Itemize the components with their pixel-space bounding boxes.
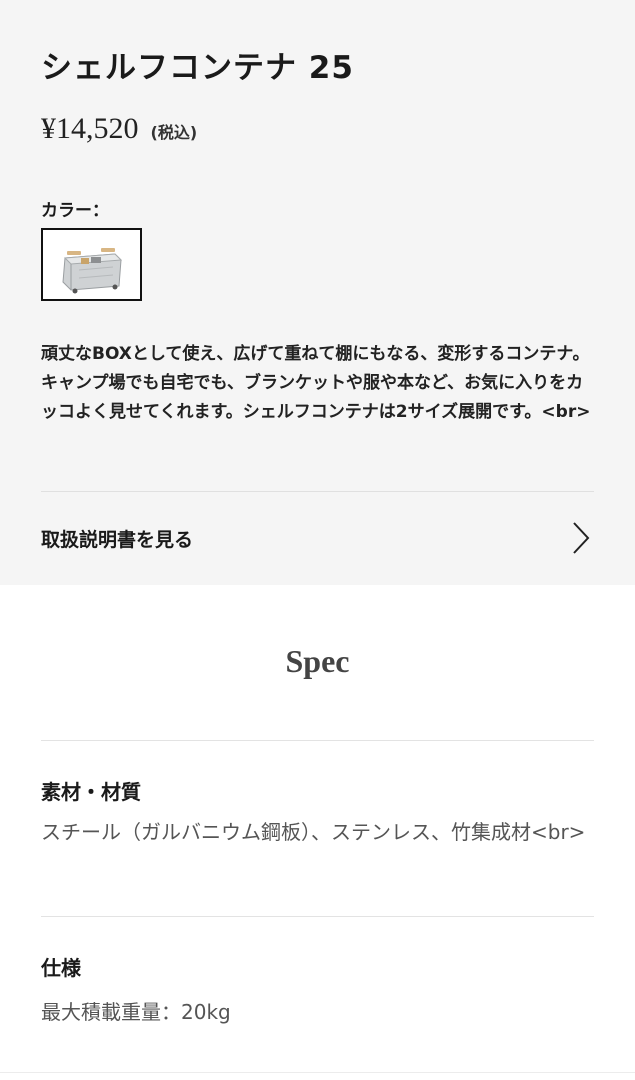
product-info-panel: シェルフコンテナ 25 ¥14,520 (税込) カラー： 頑丈なBOXとして使… — [0, 0, 635, 585]
spec-item-title: 素材・材質 — [41, 780, 141, 804]
tax-note: (税込) — [150, 123, 198, 142]
product-price: ¥14,520 — [41, 112, 139, 145]
divider — [0, 1072, 635, 1073]
product-thumbnail — [61, 248, 122, 294]
color-swatch-selected[interactable] — [41, 228, 142, 301]
product-title: シェルフコンテナ 25 — [41, 50, 354, 86]
color-label: カラー： — [41, 201, 109, 221]
chevron-right-icon — [573, 522, 590, 554]
divider — [41, 491, 594, 492]
divider — [41, 916, 594, 917]
spec-item-value: 最大積載重量：20kg — [41, 1000, 231, 1024]
spec-item-title: 仕様 — [41, 956, 81, 980]
manual-link-label: 取扱説明書を見る — [41, 528, 194, 551]
spec-heading: Spec — [285, 643, 350, 679]
divider — [41, 740, 594, 741]
spec-item-value: スチール（ガルバニウム鋼板）、ステンレス、竹集成材<br> — [41, 820, 586, 844]
manual-link[interactable]: 取扱説明書を見る — [41, 505, 594, 571]
price-row: ¥14,520 (税込) — [41, 112, 197, 146]
product-description: 頑丈なBOXとして使え、広げて重ねて棚にもなる、変形するコンテナ。キャンプ場でも… — [41, 344, 591, 422]
